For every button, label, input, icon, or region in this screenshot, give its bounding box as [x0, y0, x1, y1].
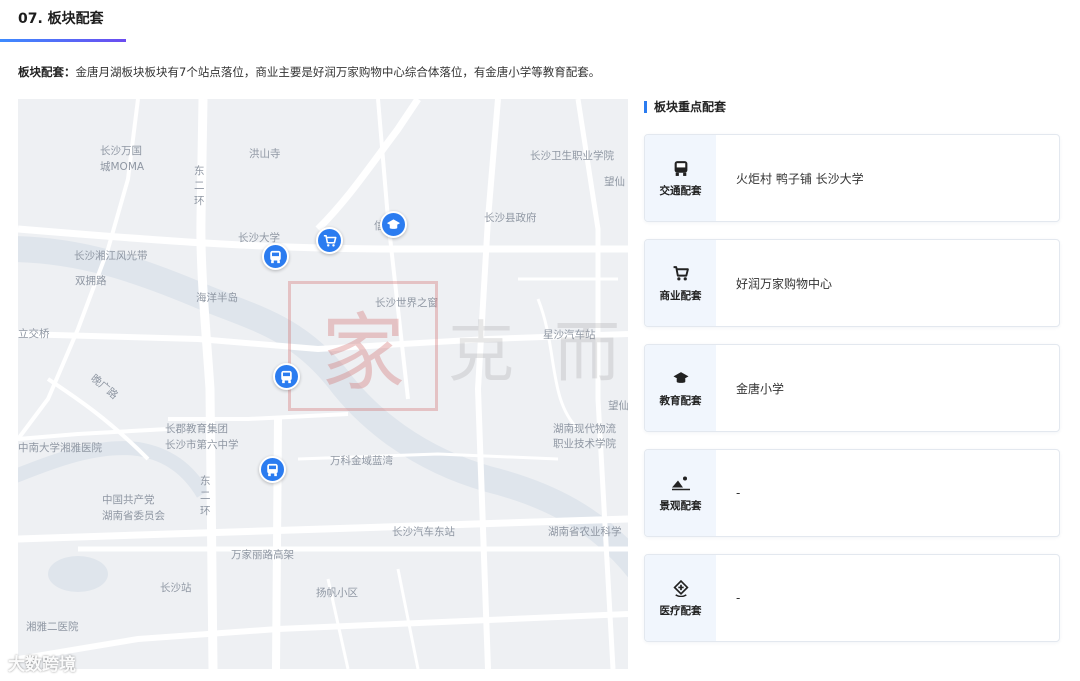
map-label: 东: [200, 475, 211, 487]
map-label: 长沙市第六中学: [165, 439, 239, 451]
map[interactable]: 长沙万国 城MOMA 洪山寺 东 二 环 长沙卫生职业学院 望仙 长沙县政府 长…: [18, 99, 628, 669]
summary-text: 板块配套：金唐月湖板块板块有7个站点落位，商业主要是好润万家购物中心综合体落位，…: [18, 64, 600, 80]
bus-icon: [270, 250, 281, 263]
map-label: 长沙站: [160, 582, 192, 594]
card-label: 交通配套: [659, 185, 702, 197]
card-side: 商业配套: [645, 240, 716, 326]
card-label: 景观配套: [659, 500, 702, 512]
map-label: 湖南省农业科学: [548, 526, 622, 538]
brand-watermark: 大数跨境: [8, 655, 76, 675]
map-label: 职业技术学院: [553, 438, 616, 450]
map-label: 立交桥: [18, 328, 50, 340]
panel-title: 板块重点配套: [644, 99, 726, 115]
card-education: 教育配套 金唐小学: [644, 344, 1060, 432]
section-header: 07. 板块配套: [0, 0, 1080, 42]
graduation-cap-icon: [386, 218, 401, 229]
landscape-icon: [671, 473, 691, 493]
map-label: 环: [200, 505, 211, 517]
card-value: 火炬村 鸭子铺 长沙大学: [736, 171, 864, 186]
title-underline: [0, 39, 126, 42]
marker-shopping-cart[interactable]: [316, 227, 343, 254]
marker-bus[interactable]: [273, 363, 300, 390]
bus-icon: [671, 158, 691, 178]
card-value: 金唐小学: [736, 381, 785, 396]
map-label: 海洋半岛: [196, 292, 238, 304]
card-transport: 交通配套 火炬村 鸭子铺 长沙大学: [644, 134, 1060, 222]
card-value: -: [736, 486, 741, 500]
map-label: 湖南现代物流: [553, 423, 616, 435]
map-label: 中国共产党: [102, 494, 155, 506]
map-label: 望仙: [604, 176, 625, 188]
map-label: 长沙汽车东站: [392, 526, 455, 538]
card-side: 景观配套: [645, 450, 716, 536]
map-label: 长沙万国: [100, 145, 142, 157]
map-label: 湖南省委员会: [102, 510, 165, 522]
card-side: 医疗配套: [645, 555, 716, 641]
marker-bus[interactable]: [262, 243, 289, 270]
section-title: 07. 板块配套: [18, 11, 104, 27]
graduation-cap-icon: [671, 368, 691, 388]
card-side: 教育配套: [645, 345, 716, 431]
marker-bus[interactable]: [259, 456, 286, 483]
map-label: 东: [194, 165, 205, 177]
map-label: 长沙湘江风光带: [74, 250, 148, 262]
map-label: 双拥路: [75, 275, 107, 287]
card-landscape: 景观配套 -: [644, 449, 1060, 537]
map-label: 万科金域蓝湾: [330, 455, 393, 467]
bus-icon: [281, 370, 292, 383]
map-label: 二: [194, 180, 205, 192]
map-label: 扬帆小区: [316, 587, 358, 599]
card-medical: 医疗配套 -: [644, 554, 1060, 642]
card-label: 商业配套: [659, 290, 702, 302]
map-label: 洪山寺: [249, 148, 281, 160]
map-label: 城MOMA: [100, 161, 145, 173]
watermark-text: 克而瑞: [448, 314, 628, 391]
card-side: 交通配套: [645, 135, 716, 221]
marker-education[interactable]: [380, 211, 407, 238]
summary-body: 金唐月湖板块板块有7个站点落位，商业主要是好润万家购物中心综合体落位，有金唐小学…: [75, 65, 601, 79]
map-label: 长沙卫生职业学院: [530, 150, 614, 162]
summary-label: 板块配套：: [18, 65, 76, 79]
card-value: 好润万家购物中心: [736, 276, 833, 291]
shopping-cart-icon: [323, 234, 336, 247]
map-label: 湘雅二医院: [26, 621, 79, 633]
card-label: 教育配套: [659, 395, 702, 407]
card-value: -: [736, 591, 741, 605]
map-label: 中南大学湘雅医院: [18, 442, 102, 454]
bus-icon: [267, 463, 278, 476]
map-label: 望仙: [608, 400, 628, 412]
card-label: 医疗配套: [659, 605, 702, 617]
watermark-seal: 家: [288, 281, 438, 411]
map-label: 环: [194, 195, 205, 207]
map-label: 二: [200, 490, 211, 502]
shopping-cart-icon: [671, 263, 691, 283]
map-label: 长郡教育集团: [165, 423, 228, 435]
card-commercial: 商业配套 好润万家购物中心: [644, 239, 1060, 327]
map-label: 长沙县政府: [484, 212, 537, 224]
medical-icon: [671, 578, 691, 598]
map-label: 万家丽路高架: [231, 549, 294, 561]
